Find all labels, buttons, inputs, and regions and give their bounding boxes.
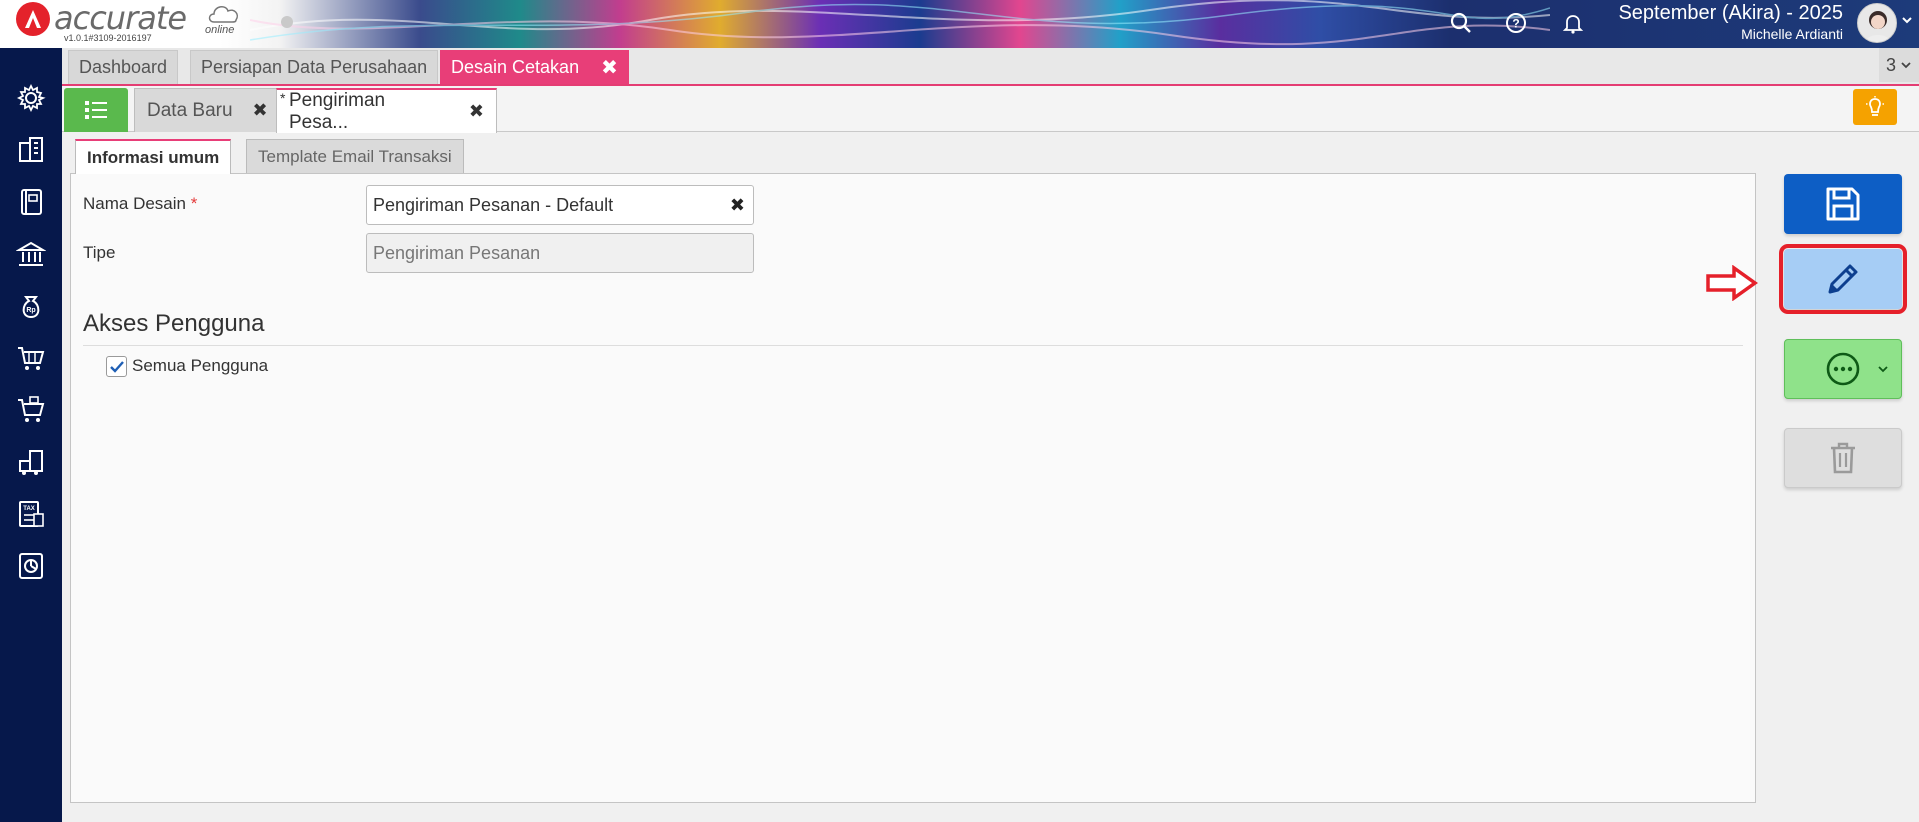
period-label[interactable]: September (Akira) - 2025 (1618, 2, 1843, 25)
delete-button[interactable] (1784, 428, 1902, 488)
tab-label: Desain Cetakan (451, 57, 580, 77)
tab-persiapan-data-perusahaan[interactable]: Persiapan Data Perusahaan (190, 50, 439, 84)
tab-label: Persiapan Data Perusahaan (201, 57, 428, 77)
chevron-down-icon (1901, 62, 1911, 69)
reports-icon[interactable] (13, 548, 49, 584)
semua-pengguna-checkbox[interactable] (106, 356, 127, 377)
nama-desain-label: Nama Desain * (83, 194, 197, 214)
label-text: Nama Desain (83, 194, 186, 213)
tab-informasi-umum[interactable]: Informasi umum (75, 139, 232, 174)
ledger-icon[interactable] (13, 184, 49, 220)
chevron-down-icon[interactable] (1901, 14, 1913, 26)
user-name[interactable]: Michelle Ardianti (1741, 26, 1843, 42)
settings-icon[interactable] (13, 80, 49, 116)
save-icon (1826, 187, 1860, 221)
modified-marker: * (280, 90, 286, 106)
close-icon[interactable]: ✖ (469, 101, 484, 122)
tab-label: Pengiriman Pesa... (289, 89, 386, 133)
nama-desain-value: Pengiriman Pesanan - Default (373, 194, 614, 215)
cloud-icon (208, 6, 239, 23)
form-panel: Nama Desain * Pengiriman Pesanan - Defau… (70, 173, 1756, 803)
version-text: v1.0.1#3109-2016197 (64, 33, 152, 43)
nama-desain-field[interactable]: Pengiriman Pesanan - Default ✖ (366, 185, 754, 225)
tab-count: 3 (1885, 54, 1896, 75)
header-wave-decoration (250, 0, 1550, 46)
close-icon[interactable]: ✖ (601, 55, 618, 80)
status-dot (281, 16, 293, 28)
tab-dashboard[interactable]: Dashboard (68, 50, 179, 84)
bank-icon[interactable] (13, 236, 49, 272)
tab-label: Informasi umum (87, 147, 220, 167)
section-divider (83, 345, 1743, 346)
list-view-button[interactable] (64, 88, 128, 132)
semua-pengguna-label[interactable]: Semua Pengguna (132, 356, 268, 376)
tab-data-baru[interactable]: Data Baru ✖ (134, 88, 281, 132)
tab-label: Template Email Transaksi (258, 146, 452, 166)
required-marker: * (190, 194, 198, 213)
tab-count-dropdown[interactable]: 3 (1879, 48, 1919, 82)
tips-button[interactable] (1853, 89, 1897, 125)
logo-text: accurate (54, 0, 187, 37)
chevron-down-icon (1878, 366, 1888, 373)
purchase-cart-icon[interactable] (13, 392, 49, 428)
edit-button[interactable] (1779, 244, 1907, 314)
section-title-akses-pengguna: Akses Pengguna (83, 310, 265, 337)
close-icon[interactable]: ✖ (253, 100, 268, 121)
trash-icon (1831, 442, 1855, 474)
checkmark-icon (109, 360, 124, 373)
bell-icon[interactable] (1560, 10, 1586, 36)
lightbulb-icon (1866, 96, 1884, 116)
tipe-value: Pengiriman Pesanan (373, 242, 541, 263)
list-icon (85, 101, 107, 119)
tipe-label: Tipe (83, 243, 116, 262)
tab-label: Dashboard (79, 57, 168, 77)
top-header: accurate online v1.0.1#3109-2016197 ? Se… (0, 0, 1919, 48)
svg-text:Rp: Rp (26, 307, 35, 314)
search-icon[interactable] (1448, 10, 1474, 36)
save-button[interactable] (1784, 174, 1902, 234)
logo-online-text: online (205, 24, 235, 36)
accurate-logo-icon (16, 2, 50, 36)
svg-text:TAX: TAX (23, 506, 35, 512)
tab-pengiriman-pesanan[interactable]: * Pengiriman Pesa... ✖ (276, 88, 497, 133)
receivables-icon[interactable]: Rp (13, 288, 49, 324)
clear-icon[interactable]: ✖ (730, 195, 745, 216)
tab-desain-cetakan[interactable]: Desain Cetakan ✖ (440, 50, 629, 84)
sidebar: Rp TAX (0, 48, 62, 822)
pencil-icon (1828, 264, 1858, 294)
svg-text:?: ? (1512, 17, 1519, 31)
accurate-logo[interactable]: accurate (16, 0, 187, 37)
avatar[interactable] (1857, 3, 1897, 43)
tab-template-email-transaksi[interactable]: Template Email Transaksi (246, 139, 464, 173)
help-icon[interactable]: ? (1503, 10, 1529, 36)
tipe-field: Pengiriman Pesanan (366, 233, 754, 273)
company-icon[interactable] (13, 132, 49, 168)
tab-label: Data Baru (147, 99, 233, 121)
highlight-arrow-icon (1706, 265, 1758, 301)
document-tab-bar: Data Baru ✖ * Pengiriman Pesa... ✖ (62, 86, 1919, 133)
more-options-icon (1826, 352, 1860, 386)
module-tab-bar: Dashboard Persiapan Data Perusahaan Desa… (62, 48, 1919, 86)
tax-icon[interactable]: TAX (13, 496, 49, 532)
inventory-icon[interactable] (13, 444, 49, 480)
cart-icon[interactable] (13, 340, 49, 376)
more-actions-button[interactable] (1784, 339, 1902, 399)
